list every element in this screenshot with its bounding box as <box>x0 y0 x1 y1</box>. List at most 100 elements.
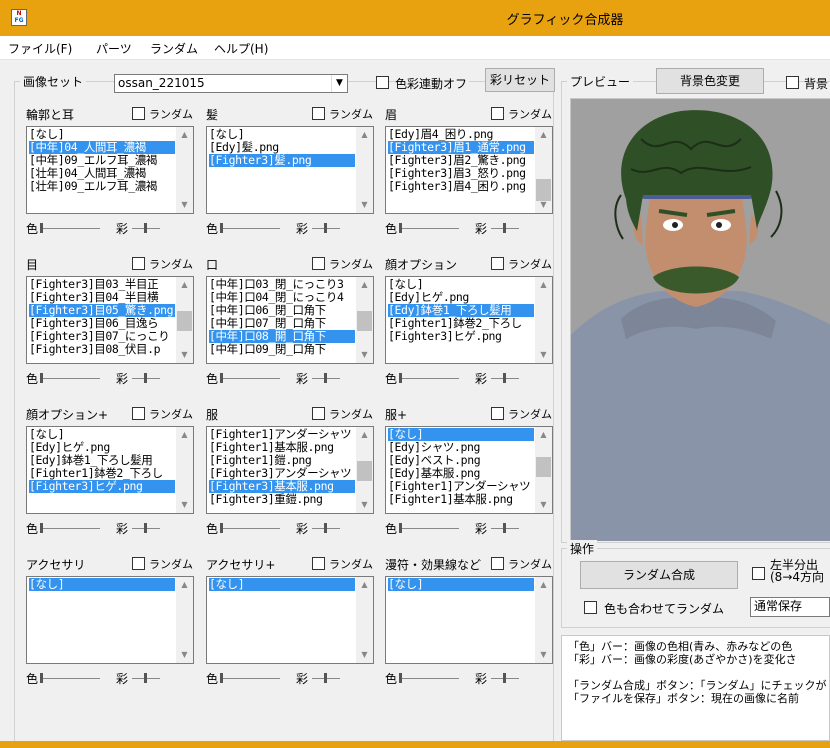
chevron-down-icon[interactable]: ▼ <box>331 75 347 92</box>
part-random-checkbox[interactable] <box>312 257 325 270</box>
slider-thumb[interactable] <box>220 373 223 383</box>
bg-checkbox[interactable] <box>786 76 799 89</box>
part-random-checkbox[interactable] <box>491 107 504 120</box>
slider-thumb[interactable] <box>399 373 402 383</box>
saturation-slider[interactable] <box>312 372 340 384</box>
list-scrollbar[interactable]: ▲ ▼ <box>535 427 552 513</box>
menu-random[interactable]: ランダム <box>150 40 198 57</box>
list-item[interactable]: [なし] <box>29 128 175 141</box>
slider-thumb[interactable] <box>144 673 147 683</box>
color-slider[interactable] <box>399 372 459 384</box>
scroll-up-icon[interactable]: ▲ <box>535 127 552 143</box>
list-item[interactable]: [Fighter3]髪.png <box>209 154 355 167</box>
scroll-down-icon[interactable]: ▼ <box>535 647 552 663</box>
part-random-checkbox[interactable] <box>491 257 504 270</box>
list-item[interactable]: [なし] <box>388 578 534 591</box>
scroll-up-icon[interactable]: ▲ <box>535 577 552 593</box>
list-item[interactable]: [壮年]09_エルフ耳_濃褐 <box>29 180 175 193</box>
scroll-thumb[interactable] <box>536 457 551 477</box>
saturation-slider[interactable] <box>132 222 160 234</box>
saturation-slider[interactable] <box>132 522 160 534</box>
list-scrollbar[interactable]: ▲ ▼ <box>356 277 373 363</box>
part-random-checkbox[interactable] <box>491 407 504 420</box>
list-item[interactable]: [Fighter3]目06_目逸ら <box>29 317 175 330</box>
scroll-thumb[interactable] <box>357 311 372 331</box>
part-random-checkbox[interactable] <box>132 107 145 120</box>
part-random-checkbox[interactable] <box>491 557 504 570</box>
scroll-up-icon[interactable]: ▲ <box>356 577 373 593</box>
scroll-down-icon[interactable]: ▼ <box>356 497 373 513</box>
list-item[interactable]: [Fighter1]鉢巻2_下ろし <box>29 467 175 480</box>
part-random-checkbox[interactable] <box>132 557 145 570</box>
scroll-up-icon[interactable]: ▲ <box>176 277 193 293</box>
slider-thumb[interactable] <box>144 223 147 233</box>
scroll-up-icon[interactable]: ▲ <box>535 277 552 293</box>
part-listbox[interactable]: [Edy]眉4_困り.png [Fighter3]眉1_通常.png [Fighte… <box>385 126 553 214</box>
scroll-thumb[interactable] <box>357 461 372 481</box>
list-item[interactable]: [Fighter3]目08_伏目.p <box>29 343 175 356</box>
list-scrollbar[interactable]: ▲ ▼ <box>356 577 373 663</box>
menu-help[interactable]: ヘルプ(H) <box>214 40 268 57</box>
color-slider[interactable] <box>40 222 100 234</box>
slider-thumb[interactable] <box>503 523 506 533</box>
slider-thumb[interactable] <box>40 523 43 533</box>
slider-thumb[interactable] <box>220 523 223 533</box>
part-random-checkbox[interactable] <box>312 557 325 570</box>
list-item[interactable]: [中年]口03_閉_にっこり3 <box>209 278 355 291</box>
color-slider[interactable] <box>40 372 100 384</box>
list-scrollbar[interactable]: ▲ ▼ <box>356 127 373 213</box>
split-checkbox[interactable] <box>752 567 765 580</box>
scroll-down-icon[interactable]: ▼ <box>356 197 373 213</box>
part-listbox[interactable]: [中年]口03_閉_にっこり3 [中年]口04_閉_にっこり4 [中年]口06_閉_… <box>206 276 374 364</box>
part-listbox[interactable]: [なし] ▲ ▼ <box>206 576 374 664</box>
list-item[interactable]: [Fighter3]眉3_怒り.png <box>388 167 534 180</box>
color-slider[interactable] <box>399 522 459 534</box>
saturation-slider[interactable] <box>491 672 519 684</box>
list-scrollbar[interactable]: ▲ ▼ <box>356 427 373 513</box>
list-item[interactable]: [中年]口07_閉_口角下 <box>209 317 355 330</box>
saturation-slider[interactable] <box>491 372 519 384</box>
color-slider[interactable] <box>220 672 280 684</box>
list-item[interactable]: [中年]口06_閉_口角下 <box>209 304 355 317</box>
list-item[interactable]: [Fighter3]ヒゲ.png <box>29 480 175 493</box>
scroll-down-icon[interactable]: ▼ <box>176 647 193 663</box>
scroll-down-icon[interactable]: ▼ <box>176 197 193 213</box>
color-slider[interactable] <box>220 372 280 384</box>
list-item[interactable]: [Fighter1]アンダーシャツ <box>388 480 534 493</box>
part-listbox[interactable]: [Fighter1]アンダーシャツ [Fighter1]基本服.png [Fight… <box>206 426 374 514</box>
color-slider[interactable] <box>220 522 280 534</box>
color-slider[interactable] <box>220 222 280 234</box>
random-compose-button[interactable]: ランダム合成 <box>580 561 738 589</box>
part-listbox[interactable]: [なし] ▲ ▼ <box>26 576 194 664</box>
list-item[interactable]: [なし] <box>29 428 175 441</box>
part-listbox[interactable]: [Fighter3]目03_半目正 [Fighter3]目04_半目横 [Fight… <box>26 276 194 364</box>
scroll-down-icon[interactable]: ▼ <box>176 497 193 513</box>
part-listbox[interactable]: [なし] [Edy]シャツ.png [Edy]ベスト.png [Edy]基本服.png… <box>385 426 553 514</box>
list-scrollbar[interactable]: ▲ ▼ <box>535 577 552 663</box>
slider-thumb[interactable] <box>399 523 402 533</box>
scroll-down-icon[interactable]: ▼ <box>356 347 373 363</box>
list-item[interactable]: [Edy]シャツ.png <box>388 441 534 454</box>
list-item[interactable]: [Fighter3]目03_半目正 <box>29 278 175 291</box>
list-item[interactable]: [Edy]髪.png <box>209 141 355 154</box>
scroll-up-icon[interactable]: ▲ <box>356 127 373 143</box>
part-random-checkbox[interactable] <box>132 407 145 420</box>
scroll-thumb[interactable] <box>536 179 551 201</box>
slider-thumb[interactable] <box>503 223 506 233</box>
scroll-up-icon[interactable]: ▲ <box>356 427 373 443</box>
color-link-checkbox[interactable] <box>376 76 389 89</box>
slider-thumb[interactable] <box>324 223 327 233</box>
scroll-up-icon[interactable]: ▲ <box>176 427 193 443</box>
slider-thumb[interactable] <box>324 523 327 533</box>
color-slider[interactable] <box>40 672 100 684</box>
slider-thumb[interactable] <box>503 373 506 383</box>
slider-thumb[interactable] <box>399 223 402 233</box>
slider-thumb[interactable] <box>144 523 147 533</box>
saturation-slider[interactable] <box>132 672 160 684</box>
list-scrollbar[interactable]: ▲ ▼ <box>176 427 193 513</box>
list-item[interactable]: [Edy]ベスト.png <box>388 454 534 467</box>
list-item[interactable]: [Fighter3]眉4_困り.png <box>388 180 534 193</box>
slider-thumb[interactable] <box>324 373 327 383</box>
list-item[interactable]: [なし] <box>29 578 175 591</box>
scroll-down-icon[interactable]: ▼ <box>356 647 373 663</box>
